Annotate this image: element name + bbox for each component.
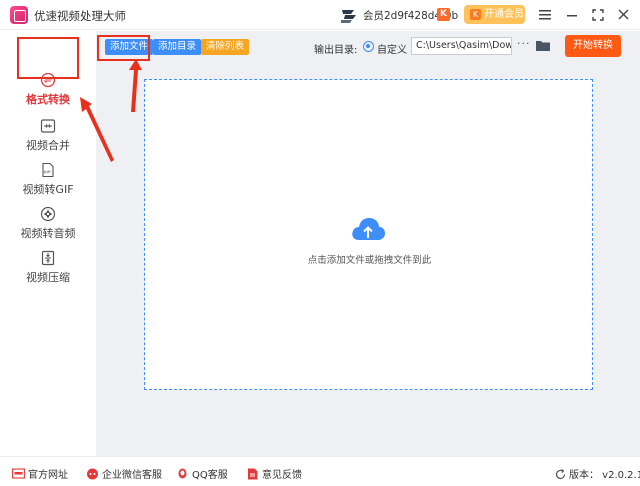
- vip-k-icon: K: [470, 9, 481, 20]
- sidebar-item-video-compress[interactable]: 视频压缩: [0, 250, 96, 292]
- sidebar-item-label: 格式转换: [26, 93, 70, 106]
- main-panel: 添加文件 添加目录 清除列表 输出目录: 自定义 C:\Users\Qasim\…: [96, 31, 640, 456]
- clear-list-button[interactable]: 清除列表: [201, 39, 250, 55]
- wechat-icon: [87, 468, 98, 480]
- sidebar-item-label: 视频合并: [26, 139, 70, 152]
- qq-service-link[interactable]: QQ客服: [176, 466, 228, 481]
- title-bar: 优速视频处理大师 会员2d9f428d4f0b K K 开通会员: [0, 0, 640, 30]
- qq-icon: [178, 468, 187, 479]
- sidebar-item-video-to-gif[interactable]: 视频转GIF: [0, 162, 96, 204]
- footer-bar: 官方网址 企业微信客服 QQ客服 意见反馈 版本： v2.0.2.1: [0, 456, 640, 486]
- feedback-icon: [248, 468, 258, 480]
- sidebar: 格式转换 视频合并 视频转GIF 视频转音频 视频压缩: [0, 31, 96, 456]
- wechat-service-link[interactable]: 企业微信客服: [86, 466, 162, 481]
- official-website-link[interactable]: 官方网址: [12, 466, 68, 481]
- close-icon[interactable]: [614, 6, 632, 24]
- official-website-label: 官方网址: [28, 470, 68, 481]
- app-title: 优速视频处理大师: [34, 9, 126, 23]
- feedback-label: 意见反馈: [262, 470, 302, 481]
- app-logo-icon: [10, 6, 28, 24]
- refresh-icon[interactable]: [555, 469, 566, 480]
- custom-dir-label: 自定义: [377, 45, 407, 56]
- qq-service-label: QQ客服: [192, 470, 228, 481]
- add-file-highlight-box: [97, 35, 150, 61]
- version-info: 版本： v2.0.2.1: [555, 466, 640, 481]
- audio-icon: [40, 206, 56, 222]
- file-dropzone[interactable]: 点击添加文件或拖拽文件到此: [144, 79, 593, 390]
- compress-icon: [41, 250, 55, 266]
- sidebar-item-label: 视频转GIF: [22, 183, 74, 196]
- sidebar-item-label: 视频压缩: [26, 271, 70, 284]
- more-options-icon[interactable]: ···: [517, 37, 531, 50]
- custom-dir-radio[interactable]: [363, 41, 374, 52]
- menu-icon[interactable]: [536, 6, 554, 24]
- open-vip-button[interactable]: K 开通会员: [464, 5, 525, 24]
- cloud-upload-icon: [352, 218, 385, 240]
- start-convert-button[interactable]: 开始转换: [565, 35, 621, 57]
- minimize-icon[interactable]: [563, 6, 581, 24]
- folder-icon[interactable]: [536, 40, 550, 51]
- sidebar-item-video-merge[interactable]: 视频合并: [0, 118, 96, 160]
- version-label: 版本： v2.0.2.1: [569, 470, 640, 481]
- add-directory-button[interactable]: 添加目录: [153, 39, 202, 55]
- wechat-service-label: 企业微信客服: [102, 470, 162, 481]
- sidebar-highlight-box: [17, 37, 79, 79]
- member-level-badge: K: [437, 8, 450, 21]
- output-dir-label: 输出目录:: [314, 45, 358, 56]
- feedback-link[interactable]: 意见反馈: [246, 466, 302, 481]
- sidebar-item-video-to-audio[interactable]: 视频转音频: [0, 206, 96, 248]
- website-icon: [12, 468, 25, 479]
- video-merge-icon: [40, 119, 56, 133]
- sidebar-item-label: 视频转音频: [20, 227, 76, 240]
- gif-icon: [42, 162, 54, 178]
- fullscreen-icon[interactable]: [589, 6, 607, 24]
- dropzone-hint: 点击添加文件或拖拽文件到此: [307, 255, 432, 266]
- output-path-field[interactable]: C:\Users\Qasim\Downloads: [411, 37, 512, 55]
- member-logo-icon: [341, 10, 356, 23]
- vip-button-label: 开通会员: [484, 9, 524, 20]
